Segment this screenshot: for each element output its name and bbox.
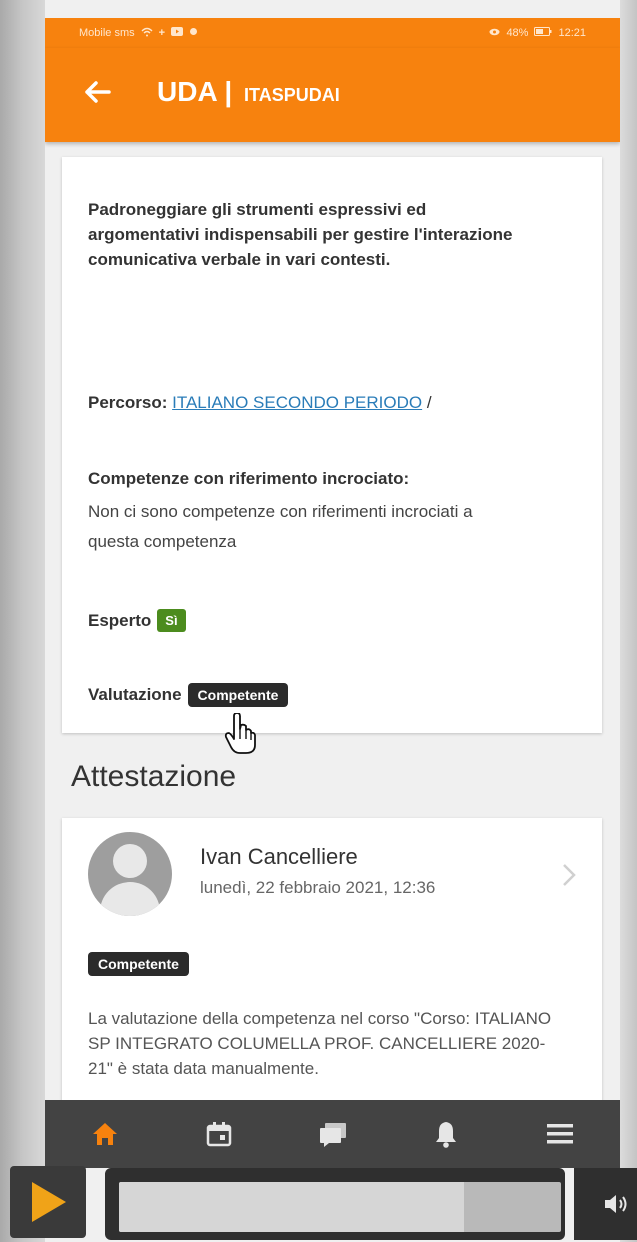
avatar-body: [100, 882, 160, 916]
chevron-right-icon[interactable]: [562, 863, 576, 887]
app-bar: UDA | ITASPUDAI: [45, 48, 620, 142]
status-bar: Mobile sms + 48% 12:21: [45, 18, 620, 48]
percorso-label: Percorso:: [88, 393, 168, 412]
back-arrow-icon: [85, 81, 111, 103]
attestazione-heading: Attestazione: [71, 760, 237, 793]
clock-time: 12:21: [558, 27, 586, 39]
cross-ref-text: Non ci sono competenze con riferimenti i…: [88, 502, 473, 551]
left-background: [0, 0, 45, 1242]
cross-ref-label: Competenze con riferimento incrociato:: [88, 469, 410, 488]
attestazione-text: La valutazione della competenza nel cors…: [88, 1009, 552, 1078]
right-background: [620, 0, 637, 1242]
attestazione-card[interactable]: Ivan Cancelliere lunedì, 22 febbraio 202…: [62, 818, 602, 1118]
title-main: UDA: [157, 76, 217, 107]
volume-button[interactable]: [574, 1168, 637, 1240]
valutazione-row: Valutazione Competente: [88, 683, 289, 707]
esperto-badge: Sì: [157, 609, 186, 632]
eye-icon: [489, 27, 500, 39]
play-button[interactable]: [10, 1166, 86, 1238]
avatar-head: [113, 844, 147, 878]
bottom-navigation: [45, 1100, 620, 1168]
page-title: UDA | ITASPUDAI: [157, 76, 340, 108]
home-icon: [93, 1123, 117, 1145]
hand-cursor-icon: [224, 713, 256, 754]
progress-track[interactable]: [119, 1182, 561, 1232]
title-subtitle: ITASPUDAI: [244, 85, 340, 105]
phone-screen: Mobile sms + 48% 12:21 UDA | ITASPUDAI P…: [45, 0, 620, 1242]
valutazione-label: Valutazione: [88, 685, 182, 704]
progress-fill: [119, 1182, 464, 1232]
battery-icon: [534, 27, 552, 39]
plus-icon: +: [158, 27, 166, 39]
percorso-separator: /: [426, 393, 432, 412]
nav-notifications[interactable]: [426, 1114, 466, 1154]
volume-icon: [605, 1195, 627, 1213]
user-name: Ivan Cancelliere: [200, 844, 358, 869]
percorso-link[interactable]: ITALIANO SECONDO PERIODO: [172, 393, 422, 412]
menu-icon: [547, 1124, 573, 1144]
valutazione-badge[interactable]: Competente: [187, 683, 289, 707]
video-progress: [105, 1168, 565, 1240]
youtube-icon: [171, 27, 184, 39]
nav-home[interactable]: [85, 1114, 125, 1154]
settings-dot-icon: [189, 27, 198, 39]
calendar-icon: [206, 1122, 231, 1147]
avatar: [88, 832, 172, 916]
video-player-controls: [0, 1160, 637, 1242]
title-separator: |: [224, 76, 233, 107]
nav-calendar[interactable]: [199, 1114, 239, 1154]
battery-percent: 48%: [506, 27, 529, 39]
carrier-label: Mobile sms: [79, 27, 135, 39]
wifi-icon: [141, 27, 153, 40]
bell-icon: [436, 1122, 457, 1148]
attestazione-date: lunedì, 22 febbraio 2021, 12:36: [200, 878, 436, 897]
messages-icon: [319, 1123, 346, 1147]
competency-description: Padroneggiare gli strumenti espressivi e…: [88, 200, 513, 269]
back-button[interactable]: [79, 74, 115, 110]
esperto-row: Esperto Sì: [88, 609, 186, 632]
esperto-label: Esperto: [88, 610, 152, 630]
nav-messages[interactable]: [313, 1114, 353, 1154]
attestazione-badge: Competente: [88, 952, 189, 976]
percorso-row: Percorso: ITALIANO SECONDO PERIODO /: [88, 393, 432, 413]
competency-card: Padroneggiare gli strumenti espressivi e…: [62, 157, 602, 754]
play-icon: [32, 1182, 66, 1222]
nav-menu[interactable]: [540, 1114, 580, 1154]
